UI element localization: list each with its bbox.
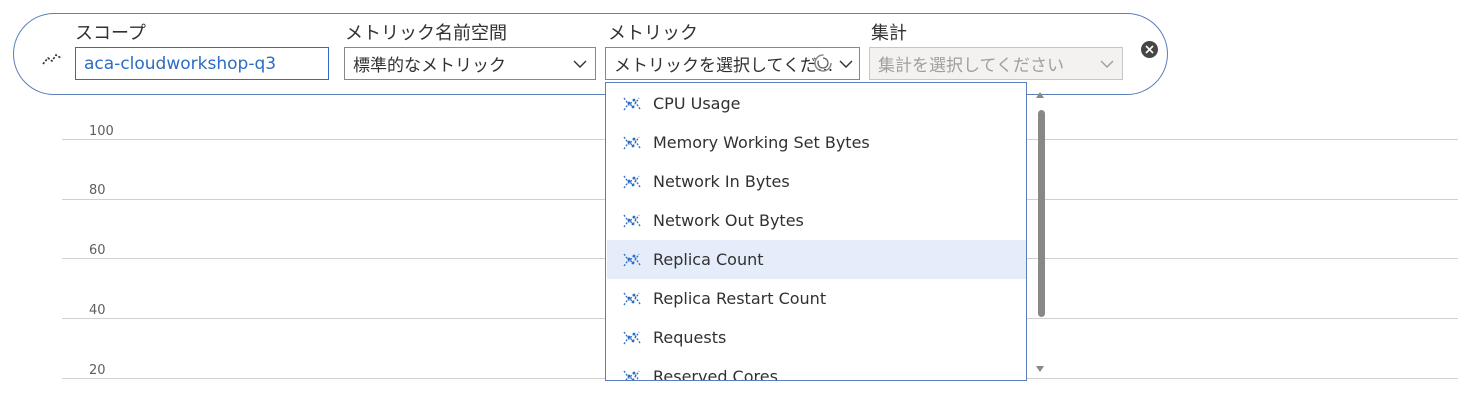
metric-option[interactable]: Network In Bytes xyxy=(607,162,1026,201)
namespace-label: メトリック名前空間 xyxy=(345,23,507,44)
remove-metric-button[interactable] xyxy=(1141,41,1158,58)
aggregation-label: 集計 xyxy=(871,23,907,44)
metric-option[interactable]: Memory Working Set Bytes xyxy=(607,123,1026,162)
scroll-thumb[interactable] xyxy=(1038,110,1045,317)
metric-label: メトリック xyxy=(608,23,698,44)
metric-icon xyxy=(623,253,641,266)
metric-option-label: Requests xyxy=(653,328,727,347)
metric-option-label: Network In Bytes xyxy=(653,172,790,191)
metric-icon xyxy=(623,370,640,380)
metric-icon xyxy=(623,331,641,344)
metric-icon xyxy=(623,136,641,149)
loading-spinner-icon xyxy=(814,54,832,72)
namespace-select[interactable]: 標準的なメトリック xyxy=(344,47,596,80)
metric-option-label: CPU Usage xyxy=(653,94,741,113)
scope-value: aca-cloudworkshop-q3 xyxy=(84,53,277,74)
y-tick-label: 60 xyxy=(89,243,106,258)
scope-label: スコープ xyxy=(75,23,146,44)
metric-option-label: Replica Restart Count xyxy=(653,289,827,308)
metric-icon xyxy=(623,97,641,110)
scope-input[interactable]: aca-cloudworkshop-q3 xyxy=(75,47,329,80)
line-chart-icon xyxy=(42,53,62,65)
metric-option[interactable]: Network Out Bytes xyxy=(607,201,1026,240)
chevron-down-icon xyxy=(573,60,587,68)
metric-option[interactable]: Requests xyxy=(607,318,1026,357)
metric-option-label: Reserved Cores xyxy=(653,367,778,381)
y-tick-label: 40 xyxy=(89,303,106,318)
metric-select[interactable]: メトリックを選択してくだ... xyxy=(605,47,860,80)
metric-option[interactable]: Replica Restart Count xyxy=(607,279,1026,318)
metric-option[interactable]: Reserved Cores xyxy=(607,357,1026,381)
namespace-value: 標準的なメトリック xyxy=(353,56,506,76)
chevron-down-icon xyxy=(839,60,853,68)
metric-option-label: Network Out Bytes xyxy=(653,211,804,230)
aggregation-placeholder: 集計を選択してください xyxy=(878,56,1064,76)
metric-placeholder: メトリックを選択してくだ... xyxy=(614,56,833,76)
metric-icon xyxy=(623,214,641,227)
metric-option-label: Memory Working Set Bytes xyxy=(653,133,870,152)
metric-icon xyxy=(623,292,641,305)
y-tick-label: 80 xyxy=(89,183,106,198)
close-icon xyxy=(1145,45,1154,54)
y-tick-label: 20 xyxy=(89,363,106,378)
metric-dropdown: CPU Usage Memory Working Set Bytes Netwo… xyxy=(605,82,1027,381)
scroll-up-icon[interactable] xyxy=(1035,91,1045,99)
metric-icon xyxy=(623,175,641,188)
scroll-down-icon[interactable] xyxy=(1035,365,1045,373)
metric-option-label: Replica Count xyxy=(653,250,764,269)
metric-option-selected[interactable]: Replica Count xyxy=(607,240,1026,279)
aggregation-select[interactable]: 集計を選択してください xyxy=(869,47,1123,80)
metric-option[interactable]: CPU Usage xyxy=(607,84,1026,123)
chevron-down-icon xyxy=(1100,60,1114,68)
y-tick-label: 100 xyxy=(89,124,114,139)
